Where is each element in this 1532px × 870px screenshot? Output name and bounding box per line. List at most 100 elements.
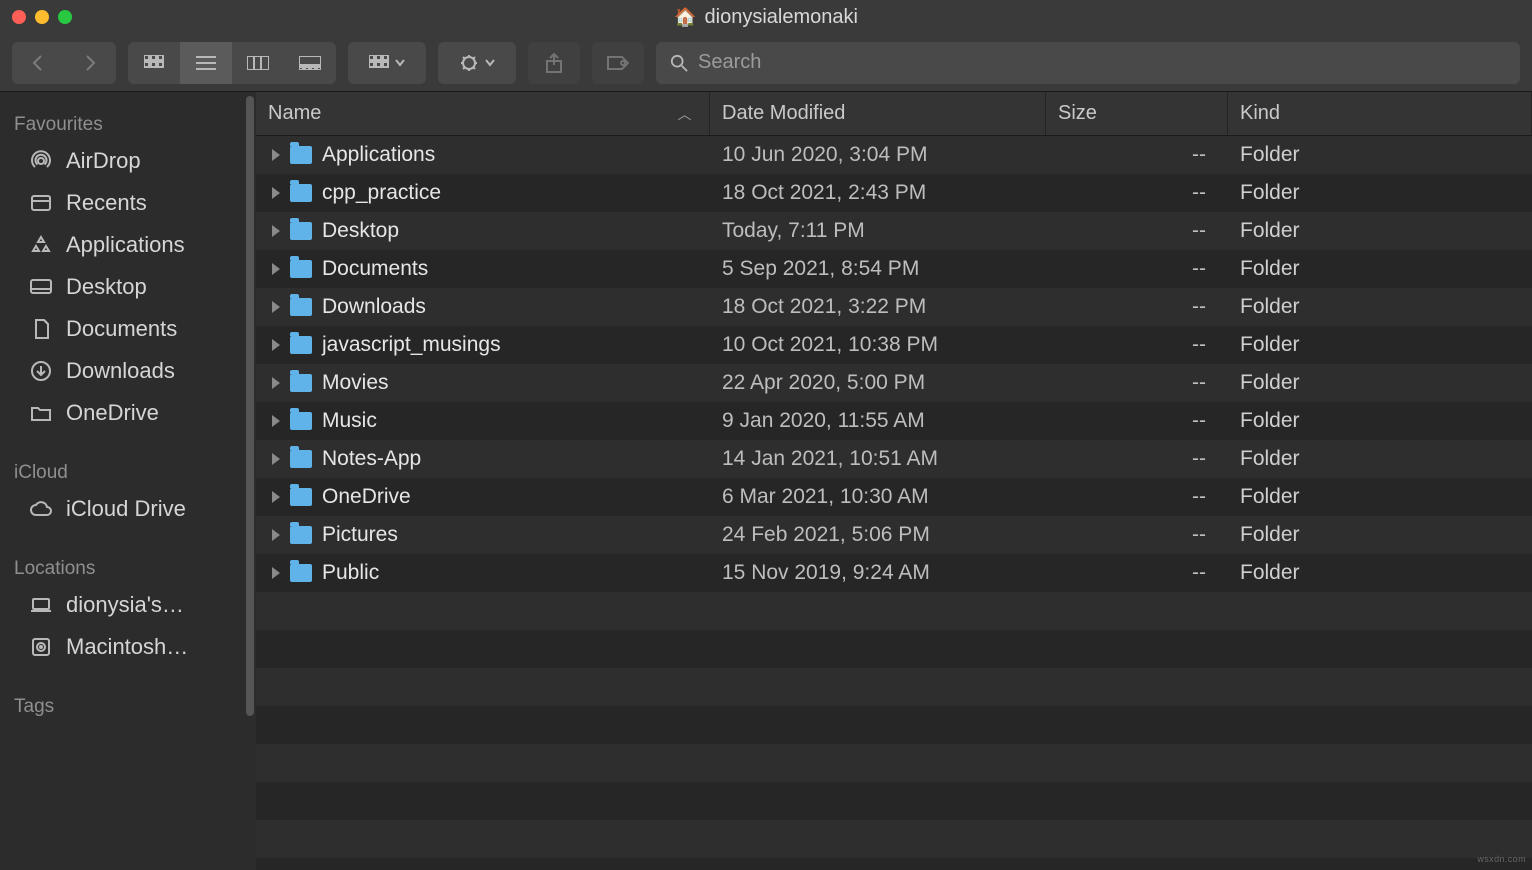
view-gallery-button[interactable] <box>284 42 336 84</box>
file-name: Downloads <box>322 295 426 319</box>
disclosure-triangle-icon[interactable] <box>272 339 280 351</box>
view-icon-button[interactable] <box>128 42 180 84</box>
sidebar-section-locations: Locations <box>0 550 256 584</box>
title-bar: 🏠 dionysialemonaki <box>0 0 1532 34</box>
disclosure-triangle-icon[interactable] <box>272 491 280 503</box>
search-input[interactable] <box>698 51 1506 74</box>
disclosure-triangle-icon[interactable] <box>272 149 280 161</box>
file-row[interactable]: OneDrive 6 Mar 2021, 10:30 AM -- Folder <box>256 478 1532 516</box>
file-kind: Folder <box>1228 554 1532 592</box>
close-window-button[interactable] <box>12 10 26 24</box>
file-row[interactable]: Movies 22 Apr 2020, 5:00 PM -- Folder <box>256 364 1532 402</box>
view-list-button[interactable] <box>180 42 232 84</box>
sidebar-item-icloud-drive[interactable]: iCloud Drive <box>0 488 256 530</box>
sidebar-item-downloads[interactable]: Downloads <box>0 350 256 392</box>
disclosure-triangle-icon[interactable] <box>272 301 280 313</box>
file-name: Public <box>322 561 379 585</box>
group-by-button[interactable] <box>348 42 426 84</box>
sidebar-item-documents[interactable]: Documents <box>0 308 256 350</box>
window-title: dionysialemonaki <box>705 6 858 29</box>
search-field[interactable] <box>656 42 1520 84</box>
forward-button[interactable] <box>64 42 116 84</box>
folder-icon <box>290 374 312 392</box>
file-row[interactable]: Music 9 Jan 2020, 11:55 AM -- Folder <box>256 402 1532 440</box>
file-row[interactable]: Desktop Today, 7:11 PM -- Folder <box>256 212 1532 250</box>
file-name: cpp_practice <box>322 181 441 205</box>
action-menu-button[interactable] <box>438 42 516 84</box>
sidebar-item-airdrop[interactable]: AirDrop <box>0 140 256 182</box>
column-name-label: Name <box>268 102 321 125</box>
file-row[interactable]: Downloads 18 Oct 2021, 3:22 PM -- Folder <box>256 288 1532 326</box>
disclosure-triangle-icon[interactable] <box>272 187 280 199</box>
sidebar-item-label: Downloads <box>66 358 175 384</box>
file-kind: Folder <box>1228 174 1532 212</box>
empty-row <box>256 630 1532 668</box>
sidebar-item-label: Applications <box>66 232 185 258</box>
file-size: -- <box>1046 402 1228 440</box>
disclosure-triangle-icon[interactable] <box>272 529 280 541</box>
file-row[interactable]: cpp_practice 18 Oct 2021, 2:43 PM -- Fol… <box>256 174 1532 212</box>
file-kind: Folder <box>1228 212 1532 250</box>
sidebar-item-dionysia-s-[interactable]: dionysia's… <box>0 584 256 626</box>
file-row[interactable]: Documents 5 Sep 2021, 8:54 PM -- Folder <box>256 250 1532 288</box>
disclosure-triangle-icon[interactable] <box>272 415 280 427</box>
toolbar <box>0 34 1532 92</box>
cloud-icon <box>28 497 54 521</box>
sidebar-section-icloud: iCloud <box>0 454 256 488</box>
disclosure-triangle-icon[interactable] <box>272 263 280 275</box>
file-row[interactable]: javascript_musings 10 Oct 2021, 10:38 PM… <box>256 326 1532 364</box>
sidebar: FavouritesAirDropRecentsApplicationsDesk… <box>0 92 256 870</box>
sidebar-item-applications[interactable]: Applications <box>0 224 256 266</box>
sidebar-item-onedrive[interactable]: OneDrive <box>0 392 256 434</box>
file-list-pane: Name 〈 Date Modified Size Kind Applicati… <box>256 92 1532 870</box>
folder-icon <box>290 260 312 278</box>
file-row[interactable]: Public 15 Nov 2019, 9:24 AM -- Folder <box>256 554 1532 592</box>
file-date: 24 Feb 2021, 5:06 PM <box>710 516 1046 554</box>
watermark: wsxdn.com <box>1477 854 1526 864</box>
file-size: -- <box>1046 136 1228 174</box>
file-date: 22 Apr 2020, 5:00 PM <box>710 364 1046 402</box>
file-row[interactable]: Pictures 24 Feb 2021, 5:06 PM -- Folder <box>256 516 1532 554</box>
column-header-kind[interactable]: Kind <box>1228 92 1532 135</box>
view-column-button[interactable] <box>232 42 284 84</box>
file-date: 9 Jan 2020, 11:55 AM <box>710 402 1046 440</box>
apps-icon <box>28 233 54 257</box>
minimize-window-button[interactable] <box>35 10 49 24</box>
file-name: Music <box>322 409 377 433</box>
share-button[interactable] <box>528 42 580 84</box>
sidebar-item-label: Recents <box>66 190 147 216</box>
folder-icon <box>290 412 312 430</box>
file-date: 18 Oct 2021, 2:43 PM <box>710 174 1046 212</box>
empty-row <box>256 820 1532 858</box>
tags-button[interactable] <box>592 42 644 84</box>
disclosure-triangle-icon[interactable] <box>272 567 280 579</box>
file-kind: Folder <box>1228 250 1532 288</box>
file-date: Today, 7:11 PM <box>710 212 1046 250</box>
sidebar-item-recents[interactable]: Recents <box>0 182 256 224</box>
file-row[interactable]: Notes-App 14 Jan 2021, 10:51 AM -- Folde… <box>256 440 1532 478</box>
back-button[interactable] <box>12 42 64 84</box>
disclosure-triangle-icon[interactable] <box>272 377 280 389</box>
folder-icon <box>290 488 312 506</box>
sort-ascending-icon: 〈 <box>674 107 694 121</box>
sidebar-scrollbar[interactable] <box>246 96 254 716</box>
sidebar-item-label: OneDrive <box>66 400 159 426</box>
file-size: -- <box>1046 288 1228 326</box>
file-date: 6 Mar 2021, 10:30 AM <box>710 478 1046 516</box>
disclosure-triangle-icon[interactable] <box>272 453 280 465</box>
column-header-name[interactable]: Name 〈 <box>256 92 710 135</box>
zoom-window-button[interactable] <box>58 10 72 24</box>
file-kind: Folder <box>1228 402 1532 440</box>
file-kind: Folder <box>1228 478 1532 516</box>
column-header-date[interactable]: Date Modified <box>710 92 1046 135</box>
folder-icon <box>290 564 312 582</box>
column-header-size[interactable]: Size <box>1046 92 1228 135</box>
sidebar-item-desktop[interactable]: Desktop <box>0 266 256 308</box>
file-row[interactable]: Applications 10 Jun 2020, 3:04 PM -- Fol… <box>256 136 1532 174</box>
disclosure-triangle-icon[interactable] <box>272 225 280 237</box>
file-size: -- <box>1046 516 1228 554</box>
sidebar-item-label: Macintosh… <box>66 634 188 660</box>
file-name: Desktop <box>322 219 399 243</box>
sidebar-item-macintosh-[interactable]: Macintosh… <box>0 626 256 668</box>
empty-row <box>256 858 1532 870</box>
